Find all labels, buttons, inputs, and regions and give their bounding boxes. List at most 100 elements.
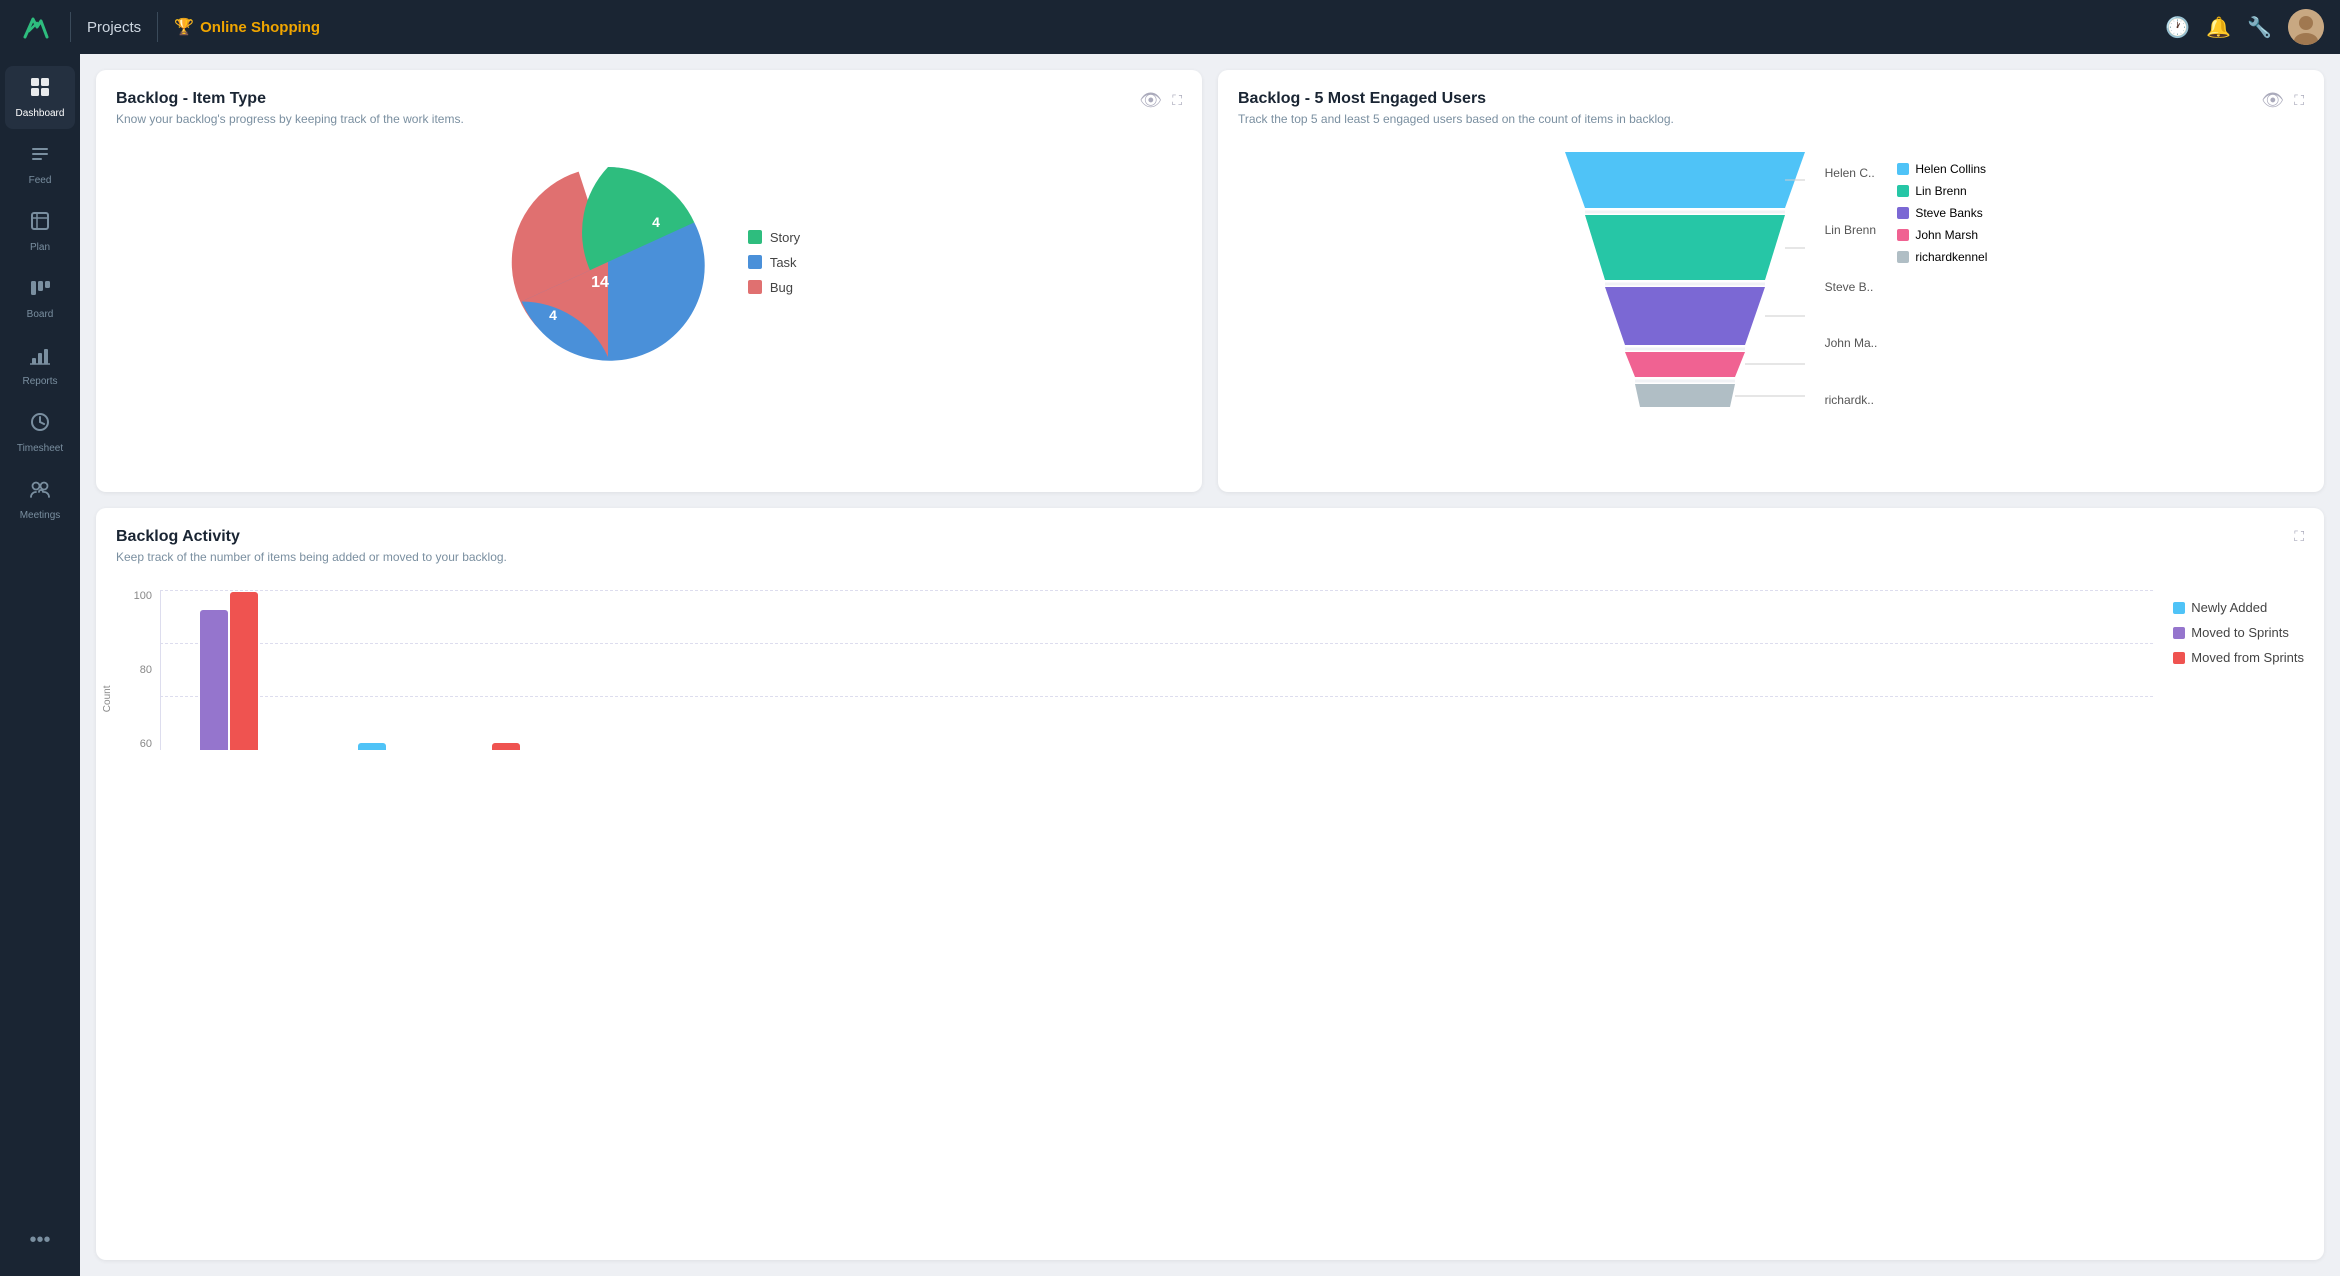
sidebar-item-dashboard[interactable]: Dashboard — [5, 66, 75, 129]
bar-group-1 — [170, 592, 258, 750]
pie-chart-container: 4 14 4 Story — [116, 142, 1182, 382]
sidebar-item-timesheet[interactable]: Timesheet — [5, 401, 75, 464]
expand-icon2[interactable]: ⛶ — [2294, 92, 2304, 109]
story-legend-label: Story — [770, 230, 800, 245]
legend-moved-to-sprints: Moved to Sprints — [2173, 625, 2304, 640]
feed-icon — [29, 143, 51, 171]
funnel-svg — [1555, 152, 1815, 462]
nav-divider2 — [157, 12, 158, 42]
svg-text:4: 4 — [549, 307, 557, 323]
backlog-item-type-title: Backlog - Item Type — [116, 90, 464, 108]
backlog-item-type-card: Backlog - Item Type Know your backlog's … — [96, 70, 1202, 492]
project-icon: 🏆 — [174, 17, 194, 37]
sidebar-item-label: Dashboard — [16, 108, 65, 119]
sidebar-more[interactable]: ••• — [29, 1217, 50, 1264]
expand-icon[interactable]: ⛶ — [1172, 92, 1182, 109]
bar-from-4 — [492, 743, 520, 750]
card-actions-users: 👁 ⛶ — [2261, 90, 2304, 111]
activity-chart-area: 100 80 60 — [116, 580, 2304, 770]
card-header-item-type: Backlog - Item Type Know your backlog's … — [116, 90, 1182, 142]
pie-legend: Story Task Bug — [748, 230, 800, 295]
bar-group-3 — [358, 743, 446, 750]
sidebar-item-plan[interactable]: Plan — [5, 200, 75, 263]
funnel-legend: Helen Collins Lin Brenn Steve Banks — [1897, 152, 1987, 264]
visibility-icon[interactable]: 👁 — [1139, 90, 1162, 111]
sidebar-item-board[interactable]: Board — [5, 267, 75, 330]
funnel-label-steve: Steve B.. — [1825, 280, 1878, 294]
funnel-legend-richard: richardkennel — [1897, 250, 1987, 264]
card-header-activity: Backlog Activity Keep track of the numbe… — [116, 528, 2304, 580]
funnel-chart-area: Helen C.. Lin Brenn Steve B.. John Ma.. … — [1238, 142, 2304, 472]
legend-bug: Bug — [748, 280, 800, 295]
app-logo[interactable] — [16, 8, 54, 46]
card-actions-item-type: 👁 ⛶ — [1139, 90, 1182, 111]
bar-group-4 — [492, 743, 520, 750]
plan-icon — [29, 210, 51, 238]
user-avatar[interactable] — [2288, 9, 2324, 45]
backlog-activity-title: Backlog Activity — [116, 528, 507, 546]
legend-story: Story — [748, 230, 800, 245]
backlog-item-type-subtitle: Know your backlog's progress by keeping … — [116, 112, 464, 126]
legend-newly-added: Newly Added — [2173, 600, 2304, 615]
top-card-row: Backlog - Item Type Know your backlog's … — [96, 70, 2324, 492]
bar-to-1 — [200, 610, 228, 750]
gridline-100 — [160, 590, 2153, 591]
expand-icon3[interactable]: ⛶ — [2294, 528, 2304, 545]
sidebar-feed-label: Feed — [29, 175, 52, 186]
bar-newly-3 — [358, 743, 386, 750]
bug-legend-label: Bug — [770, 280, 793, 295]
story-legend-dot — [748, 230, 762, 244]
sidebar-item-meetings[interactable]: Meetings — [5, 468, 75, 531]
nav-projects-label[interactable]: Projects — [87, 19, 141, 36]
legend-moved-from-sprints: Moved from Sprints — [2173, 650, 2304, 665]
nav-divider — [70, 12, 71, 42]
bar-groups — [170, 592, 520, 750]
backlog-activity-card: Backlog Activity Keep track of the numbe… — [96, 508, 2324, 1260]
card-header-activity-text: Backlog Activity Keep track of the numbe… — [116, 528, 507, 580]
clock-icon[interactable]: 🕐 — [2165, 15, 2190, 40]
top-nav: Projects 🏆 Online Shopping 🕐 🔔 🔧 — [0, 0, 2340, 54]
tools-icon[interactable]: 🔧 — [2247, 15, 2272, 40]
sidebar-reports-label: Reports — [22, 376, 57, 387]
meetings-icon — [29, 478, 51, 506]
funnel-legend-john: John Marsh — [1897, 228, 1987, 242]
sidebar-meetings-label: Meetings — [20, 510, 61, 521]
backlog-users-card: Backlog - 5 Most Engaged Users Track the… — [1218, 70, 2324, 492]
sidebar-board-label: Board — [27, 309, 54, 320]
activity-legend: Newly Added Moved to Sprints Moved from … — [2173, 580, 2304, 665]
sidebar-item-feed[interactable]: Feed — [5, 133, 75, 196]
card-header-users: Backlog - 5 Most Engaged Users Track the… — [1238, 90, 2304, 142]
y-axis: 100 80 60 — [116, 590, 160, 750]
nav-icons: 🕐 🔔 🔧 — [2165, 9, 2324, 45]
funnel-legend-steve: Steve Banks — [1897, 206, 1987, 220]
task-legend-dot — [748, 255, 762, 269]
sidebar-item-reports[interactable]: Reports — [5, 334, 75, 397]
x-axis-count-label: Count — [102, 686, 113, 713]
backlog-users-subtitle: Track the top 5 and least 5 engaged user… — [1238, 112, 1674, 126]
bar-from-1 — [230, 592, 258, 750]
bell-icon[interactable]: 🔔 — [2206, 15, 2231, 40]
card-header-users-text: Backlog - 5 Most Engaged Users Track the… — [1238, 90, 1674, 142]
visibility-icon2[interactable]: 👁 — [2261, 90, 2284, 111]
y-80: 80 — [140, 664, 152, 676]
y-100: 100 — [134, 590, 152, 602]
card-header-text: Backlog - Item Type Know your backlog's … — [116, 90, 464, 142]
funnel-label-john: John Ma.. — [1825, 336, 1878, 350]
funnel-label-helen: Helen C.. — [1825, 166, 1878, 180]
nav-project-name[interactable]: 🏆 Online Shopping — [174, 17, 320, 37]
svg-text:14: 14 — [591, 274, 609, 291]
card-actions-activity: ⛶ — [2294, 528, 2304, 545]
funnel-legend-lin: Lin Brenn — [1897, 184, 1987, 198]
sidebar: Dashboard Feed Plan — [0, 54, 80, 1276]
chart-inner — [160, 590, 2153, 750]
timesheet-icon — [29, 411, 51, 439]
funnel-right-labels: Helen C.. Lin Brenn Steve B.. John Ma.. … — [1825, 152, 1878, 407]
backlog-users-title: Backlog - 5 Most Engaged Users — [1238, 90, 1674, 108]
svg-text:4: 4 — [652, 214, 660, 230]
backlog-activity-subtitle: Keep track of the number of items being … — [116, 550, 507, 564]
main-content: Backlog - Item Type Know your backlog's … — [80, 54, 2340, 1276]
bar-chart: 100 80 60 — [116, 590, 2153, 770]
dashboard-icon — [29, 76, 51, 104]
board-icon — [29, 277, 51, 305]
bug-legend-dot — [748, 280, 762, 294]
